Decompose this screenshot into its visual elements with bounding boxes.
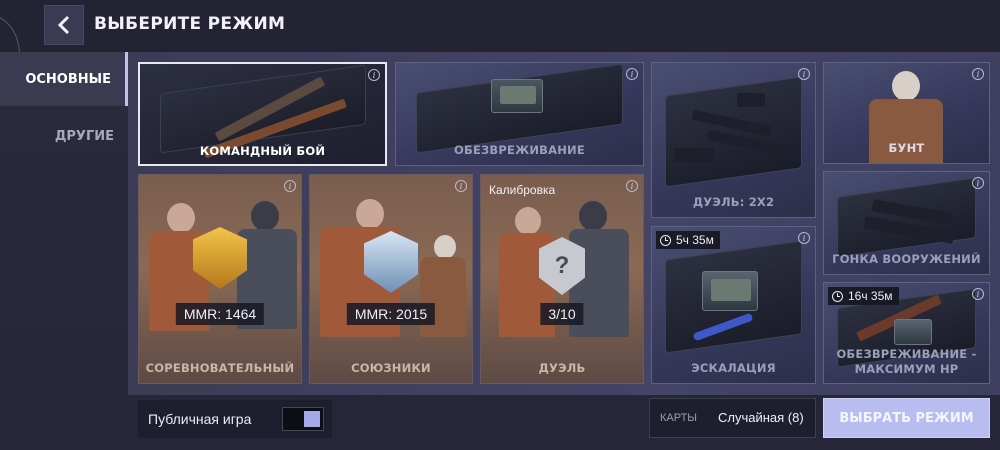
info-icon[interactable]: i [626,68,638,80]
tab-main[interactable]: ОСНОВНЫЕ [0,52,128,106]
mode-card-defuse[interactable]: i ОБЕЗВРЕЖИВАНИЕ [395,62,644,166]
character-image [579,201,607,231]
mode-card-team-battle[interactable]: i КОМАНДНЫЙ БОЙ [138,62,387,166]
mode-card-riot[interactable]: i БУНТ [823,62,990,164]
mode-label: БУНТ [888,141,925,155]
crate-image [837,177,976,259]
maps-value: Случайная (8) [718,410,804,425]
clock-icon [832,290,843,302]
calibration-progress: 3/10 [540,303,584,325]
mode-card-defuse-max-hp[interactable]: 16ч 35м i ОБЕЗВРЕЖИВАНИЕ - МАКСИМУМ HP [823,282,990,384]
public-game-row: Публичная игра [138,400,332,438]
info-icon[interactable]: i [455,180,467,192]
mode-category-tabs: ОСНОВНЫЕ ДРУГИЕ [0,52,128,163]
back-button[interactable] [44,5,84,45]
time-remaining-badge: 16ч 35м [828,287,899,305]
info-icon[interactable]: i [368,69,380,81]
info-icon[interactable]: i [626,180,638,192]
mode-label: ЭСКАЛАЦИЯ [691,361,776,375]
bomb-image [491,79,543,113]
calibration-label: Калибровка [489,183,556,197]
bomb-image [702,271,758,311]
clock-icon [660,234,671,246]
mode-label: КОМАНДНЫЙ БОЙ [199,144,326,158]
maps-selector[interactable]: КАРТЫ Случайная (8) [649,398,816,438]
header-bar: ВЫБЕРИТЕ РЕЖИМ [0,0,1000,52]
mode-card-allies[interactable]: MMR: 2015 i СОЮЗНИКИ [309,174,473,384]
mode-label-line-1: ОБЕЗВРЕЖИВАНИЕ - [836,347,977,361]
info-icon[interactable]: i [798,232,810,244]
character-image [420,257,466,337]
public-game-label: Публичная игра [148,411,252,427]
pistol-image [737,93,765,107]
mode-label: ГОНКА ВООРУЖЕНИЙ [832,252,981,266]
mode-card-duel[interactable]: Калибровка ? 3/10 i ДУЭЛЬ [480,174,644,384]
mode-label: СОРЕВНОВАТЕЛЬНЫЙ [145,361,295,375]
mode-card-arms-race[interactable]: i ГОНКА ВООРУЖЕНИЙ [823,171,990,275]
mode-label: СОЮЗНИКИ [351,361,431,375]
crate-image [665,76,802,189]
info-icon[interactable]: i [972,177,984,189]
tab-other[interactable]: ДРУГИЕ [0,109,128,163]
mode-card-duel-2x2[interactable]: i ДУЭЛЬ: 2Х2 [651,62,816,218]
character-image [434,235,456,259]
timer-text: 16ч 35м [848,289,893,303]
character-image [167,203,195,233]
pistol-image [674,148,714,162]
character-image [515,207,541,235]
maps-label: КАРТЫ [660,412,698,424]
mode-label-line-2: МАКСИМУМ HP [854,362,959,376]
question-mark-glyph: ? [554,252,570,279]
page-title: ВЫБЕРИТЕ РЕЖИМ [94,14,286,34]
character-image [356,199,384,229]
timer-text: 5ч 35м [676,233,714,247]
info-icon[interactable]: i [972,68,984,80]
time-remaining-badge: 5ч 35м [656,231,720,249]
mode-label: ДУЭЛЬ: 2Х2 [692,195,775,209]
bomb-image [894,319,932,345]
toggle-knob [304,411,320,427]
mmr-badge: MMR: 1464 [175,303,265,325]
character-image [251,201,279,231]
mode-card-escalation[interactable]: 5ч 35м i ЭСКАЛАЦИЯ [651,226,816,384]
select-mode-button[interactable]: ВЫБРАТЬ РЕЖИМ [823,398,990,438]
character-image [892,71,920,101]
mmr-badge: MMR: 2015 [346,303,436,325]
chevron-left-icon [57,15,70,35]
info-icon[interactable]: i [972,288,984,300]
mode-label: ДУЭЛЬ [538,361,586,375]
info-icon[interactable]: i [284,180,296,192]
info-icon[interactable]: i [798,68,810,80]
public-game-toggle[interactable] [282,407,324,431]
mode-label: ОБЕЗВРЕЖИВАНИЕ [454,143,585,157]
mode-card-competitive[interactable]: MMR: 1464 i СОРЕВНОВАТЕЛЬНЫЙ [138,174,302,384]
